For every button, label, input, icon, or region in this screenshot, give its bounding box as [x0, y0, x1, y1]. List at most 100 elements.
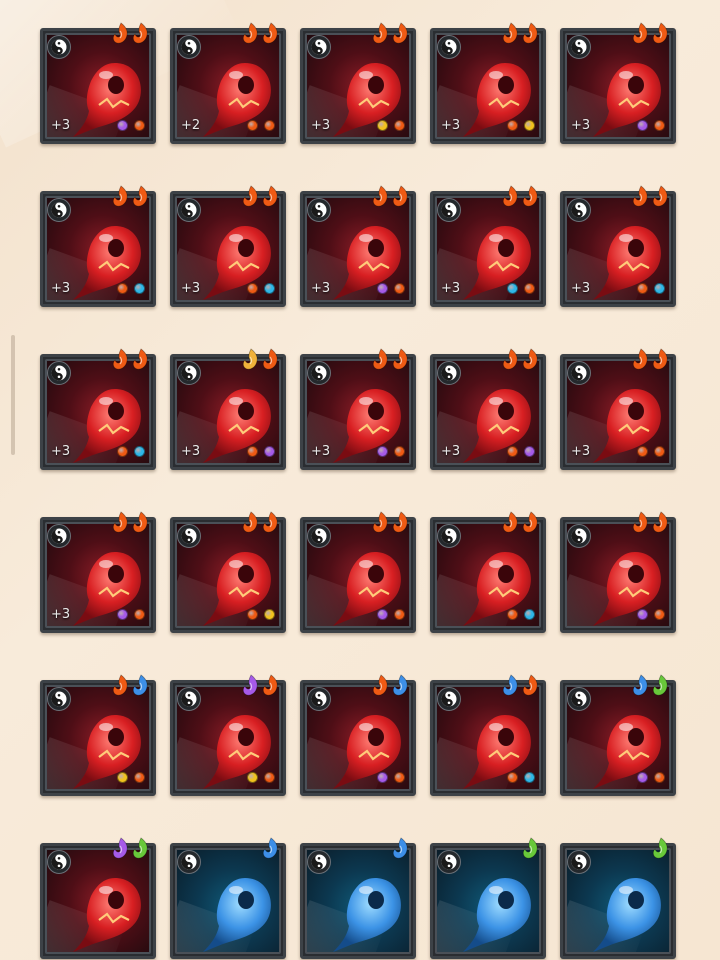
flame-icon — [112, 22, 128, 44]
soul-card-23[interactable] — [300, 674, 416, 796]
flame-rank-icons — [371, 22, 411, 46]
flame-rank-icons — [241, 185, 281, 209]
enhance-level: +2 — [181, 118, 201, 133]
socket-dot-cyan — [134, 446, 145, 457]
soul-card-20[interactable] — [560, 511, 676, 633]
soul-card-26[interactable] — [40, 837, 156, 959]
socket-dot-cyan — [507, 283, 518, 294]
soul-card-2[interactable]: +2 — [170, 22, 286, 144]
soul-card-10[interactable]: +3 — [560, 185, 676, 307]
socket-dot-orange — [247, 609, 258, 620]
socket-dot-orange — [247, 120, 258, 131]
yin-yang-icon — [47, 524, 71, 548]
soul-card-19[interactable] — [430, 511, 546, 633]
flame-icon — [132, 674, 148, 696]
flame-rank-icons — [261, 837, 281, 861]
flame-icon — [132, 22, 148, 44]
socket-dot-orange — [654, 609, 665, 620]
flame-rank-icons — [111, 348, 151, 372]
soul-card-30[interactable] — [560, 837, 676, 959]
socket-dots — [377, 283, 405, 294]
soul-card-13[interactable]: +3 — [300, 348, 416, 470]
soul-card-7[interactable]: +3 — [170, 185, 286, 307]
socket-dots — [637, 609, 665, 620]
soul-card-18[interactable] — [300, 511, 416, 633]
soul-card-17[interactable] — [170, 511, 286, 633]
soul-card-24[interactable] — [430, 674, 546, 796]
soul-card-9[interactable]: +3 — [430, 185, 546, 307]
socket-dots — [117, 283, 145, 294]
socket-dots — [117, 609, 145, 620]
flame-icon — [632, 22, 648, 44]
flame-icon — [132, 348, 148, 370]
socket-dot-orange — [117, 283, 128, 294]
socket-dot-purple — [377, 283, 388, 294]
socket-dot-yellow — [524, 120, 535, 131]
flame-rank-icons — [651, 837, 671, 861]
soul-card-16[interactable]: +3 — [40, 511, 156, 633]
flame-rank-icons — [631, 511, 671, 535]
soul-card-6[interactable]: +3 — [40, 185, 156, 307]
soul-card-25[interactable] — [560, 674, 676, 796]
socket-dot-yellow — [264, 609, 275, 620]
enhance-level: +3 — [311, 444, 331, 459]
ghost-icon — [463, 878, 531, 952]
socket-dot-purple — [637, 772, 648, 783]
flame-icon — [522, 22, 538, 44]
flame-rank-icons — [111, 837, 151, 861]
soul-card-29[interactable] — [430, 837, 546, 959]
socket-dot-orange — [637, 283, 648, 294]
flame-icon — [652, 674, 668, 696]
flame-rank-icons — [111, 511, 151, 535]
soul-card-27[interactable] — [170, 837, 286, 959]
flame-rank-icons — [111, 185, 151, 209]
socket-dot-orange — [134, 120, 145, 131]
socket-dot-cyan — [134, 283, 145, 294]
flame-icon — [502, 185, 518, 207]
socket-dot-orange — [507, 772, 518, 783]
soul-card-3[interactable]: +3 — [300, 22, 416, 144]
soul-card-5[interactable]: +3 — [560, 22, 676, 144]
soul-card-21[interactable] — [40, 674, 156, 796]
soul-card-14[interactable]: +3 — [430, 348, 546, 470]
socket-dot-purple — [637, 609, 648, 620]
yin-yang-icon — [307, 687, 331, 711]
soul-card-22[interactable] — [170, 674, 286, 796]
socket-dot-purple — [637, 120, 648, 131]
flame-rank-icons — [371, 185, 411, 209]
enhance-level: +3 — [571, 281, 591, 296]
yin-yang-icon — [437, 524, 461, 548]
socket-dots — [637, 120, 665, 131]
flame-icon — [372, 185, 388, 207]
yin-yang-icon — [47, 687, 71, 711]
socket-dots — [507, 446, 535, 457]
socket-dots — [507, 772, 535, 783]
scrollbar[interactable] — [11, 335, 15, 455]
yin-yang-icon — [307, 524, 331, 548]
soul-card-4[interactable]: +3 — [430, 22, 546, 144]
flame-icon — [112, 511, 128, 533]
enhance-level: +3 — [51, 281, 71, 296]
yin-yang-icon — [437, 361, 461, 385]
flame-icon — [392, 185, 408, 207]
socket-dots — [247, 609, 275, 620]
socket-dot-purple — [377, 609, 388, 620]
soul-card-8[interactable]: +3 — [300, 185, 416, 307]
flame-rank-icons — [241, 348, 281, 372]
soul-card-28[interactable] — [300, 837, 416, 959]
enhance-level: +3 — [51, 607, 71, 622]
socket-dot-yellow — [247, 772, 258, 783]
socket-dot-purple — [377, 446, 388, 457]
soul-card-15[interactable]: +3 — [560, 348, 676, 470]
soul-card-1[interactable]: +3 — [40, 22, 156, 144]
flame-rank-icons — [371, 348, 411, 372]
enhance-level: +3 — [311, 281, 331, 296]
socket-dots — [247, 283, 275, 294]
flame-icon — [632, 348, 648, 370]
enhance-level: +3 — [571, 118, 591, 133]
soul-card-12[interactable]: +3 — [170, 348, 286, 470]
flame-icon — [522, 185, 538, 207]
soul-card-11[interactable]: +3 — [40, 348, 156, 470]
socket-dot-orange — [654, 446, 665, 457]
yin-yang-icon — [47, 198, 71, 222]
